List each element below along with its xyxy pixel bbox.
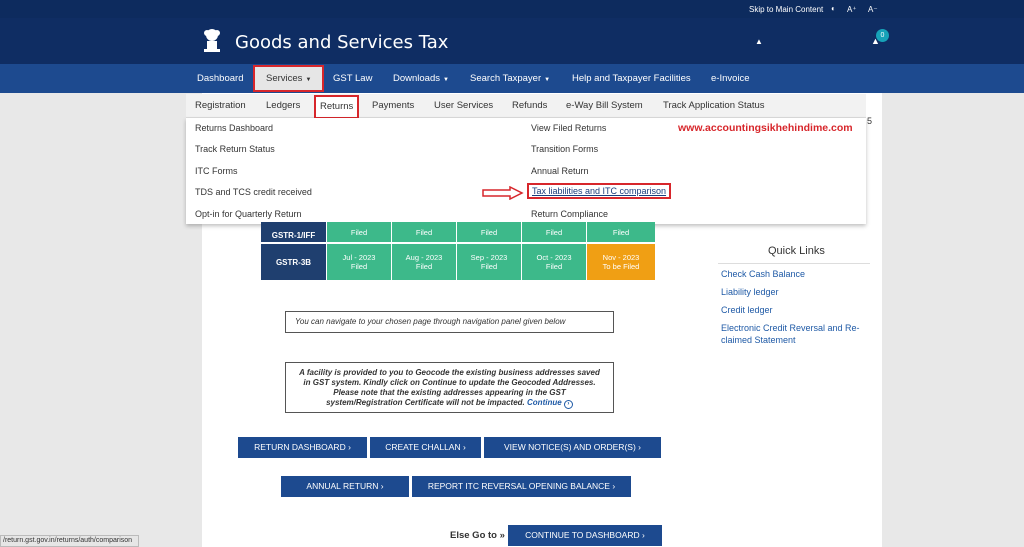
quick-link-liability-ledger[interactable]: Liability ledger (721, 286, 871, 298)
submenu-user-services[interactable]: User Services (434, 94, 493, 118)
chevron-down-icon: ▼ (544, 77, 551, 83)
navigation-hint: You can navigate to your chosen page thr… (295, 317, 566, 326)
nav-gst-law[interactable]: GST Law (333, 64, 372, 93)
services-submenu: Registration Ledgers Returns Payments Us… (186, 94, 866, 119)
create-challan-button[interactable]: CREATE CHALLAN › (370, 437, 481, 458)
row-label: GSTR-3B (261, 244, 326, 280)
row-label: GSTR-1/IFF (261, 222, 326, 242)
chevron-down-icon: ▼ (443, 77, 449, 83)
quick-link-credit-ledger[interactable]: Credit ledger (721, 304, 871, 316)
gstr3b-row: GSTR-3B Jul - 2023 Filed Aug - 2023 Filed … (261, 244, 655, 280)
nav-downloads[interactable]: Downloads ▼ (393, 64, 449, 93)
quick-link-credit-reversal[interactable]: Electronic Credit Reversal and Re-claime… (721, 322, 871, 346)
site-header: Goods and Services Tax ▲ ▲ 0 (0, 18, 1024, 64)
submenu-payments[interactable]: Payments (372, 94, 414, 118)
annual-return-button[interactable]: ANNUAL RETURN › (281, 476, 409, 497)
status-cell[interactable]: Filed (521, 222, 586, 242)
submenu-eway-bill[interactable]: e-Way Bill System (566, 94, 643, 118)
menu-returns-dashboard[interactable]: Returns Dashboard (195, 123, 273, 133)
nav-e-invoice[interactable]: e-Invoice (711, 64, 750, 93)
nav-search-taxpayer[interactable]: Search Taxpayer ▼ (470, 64, 550, 93)
status-cell[interactable]: Aug - 2023 Filed (391, 244, 456, 280)
submenu-returns[interactable]: Returns (314, 95, 360, 119)
else-go-label: Else Go to » (450, 530, 505, 541)
submenu-refunds[interactable]: Refunds (512, 94, 547, 118)
status-cell[interactable]: Filed (456, 222, 521, 242)
gstr1-row: GSTR-1/IFF Filed Filed Filed Filed Filed (261, 222, 655, 242)
menu-tax-liabilities-itc-comparison[interactable]: Tax liabilities and ITC comparison (527, 183, 672, 199)
notification-badge[interactable]: 0 (876, 29, 889, 42)
chevron-down-icon: ▼ (305, 77, 312, 83)
submenu-registration[interactable]: Registration (195, 94, 246, 118)
report-itc-reversal-button[interactable]: REPORT ITC REVERSAL OPENING BALANCE › (412, 476, 631, 497)
status-cell[interactable]: Sep - 2023 Filed (456, 244, 521, 280)
skip-to-main-link[interactable]: Skip to Main Content (749, 5, 823, 14)
menu-tds-tcs-credit[interactable]: TDS and TCS credit received (195, 187, 312, 197)
status-cell[interactable]: Jul - 2023 Filed (326, 244, 391, 280)
watermark-text: www.accountingsikhehindime.com (678, 122, 853, 134)
submenu-track-application[interactable]: Track Application Status (663, 94, 765, 118)
geocode-notice-box: A facility is provided to you to Geocode… (285, 362, 614, 413)
national-emblem-icon (204, 29, 220, 52)
partial-text: 5 (867, 116, 873, 126)
nav-services[interactable]: Services ▼ (253, 65, 325, 92)
menu-itc-forms[interactable]: ITC Forms (195, 166, 238, 176)
menu-track-return-status[interactable]: Track Return Status (195, 144, 275, 154)
quick-link-cash-balance[interactable]: Check Cash Balance (721, 268, 871, 280)
status-cell-pending[interactable]: Nov - 2023 To be Filed (586, 244, 655, 280)
user-icon[interactable]: ▲ (755, 37, 763, 46)
arrow-right-icon (482, 186, 524, 200)
site-title[interactable]: Goods and Services Tax (235, 32, 448, 53)
view-notices-button[interactable]: VIEW NOTICE(S) AND ORDER(S) › (484, 437, 661, 458)
return-dashboard-button[interactable]: RETURN DASHBOARD › (238, 437, 367, 458)
continue-dashboard-button[interactable]: CONTINUE TO DASHBOARD › (508, 525, 662, 546)
menu-view-filed-returns[interactable]: View Filed Returns (531, 123, 606, 133)
font-increase-button[interactable]: A⁺ (847, 5, 857, 14)
continue-link[interactable]: Continue (527, 398, 562, 407)
return-status-table: GSTR-1/IFF Filed Filed Filed Filed Filed… (261, 222, 655, 280)
info-icon[interactable]: › (563, 400, 573, 409)
menu-annual-return[interactable]: Annual Return (531, 166, 589, 176)
nav-help[interactable]: Help and Taxpayer Facilities (572, 64, 691, 93)
submenu-ledgers[interactable]: Ledgers (266, 94, 300, 118)
main-navigation: Dashboard Services ▼ GST Law Downloads ▼ S… (0, 64, 1024, 93)
status-cell[interactable]: Filed (391, 222, 456, 242)
status-cell[interactable]: Oct - 2023 Filed (521, 244, 586, 280)
nav-dashboard[interactable]: Dashboard (197, 64, 243, 93)
font-decrease-button[interactable]: A⁻ (868, 5, 878, 14)
browser-status-url: /return.gst.gov.in/returns/auth/comparis… (0, 535, 139, 547)
contrast-icon[interactable]: ◐ (831, 4, 836, 13)
status-cell[interactable]: Filed (326, 222, 391, 242)
menu-transition-forms[interactable]: Transition Forms (531, 144, 598, 154)
navigation-hint-box: You can navigate to your chosen page thr… (285, 311, 614, 333)
top-utility-bar: Skip to Main Content ◐ A⁺ A⁻ (0, 0, 1024, 18)
quick-links-title: Quick Links (768, 245, 825, 257)
menu-opt-in-quarterly[interactable]: Opt-in for Quarterly Return (195, 209, 302, 219)
divider (718, 263, 870, 264)
menu-return-compliance[interactable]: Return Compliance (531, 209, 608, 219)
status-cell[interactable]: Filed (586, 222, 655, 242)
